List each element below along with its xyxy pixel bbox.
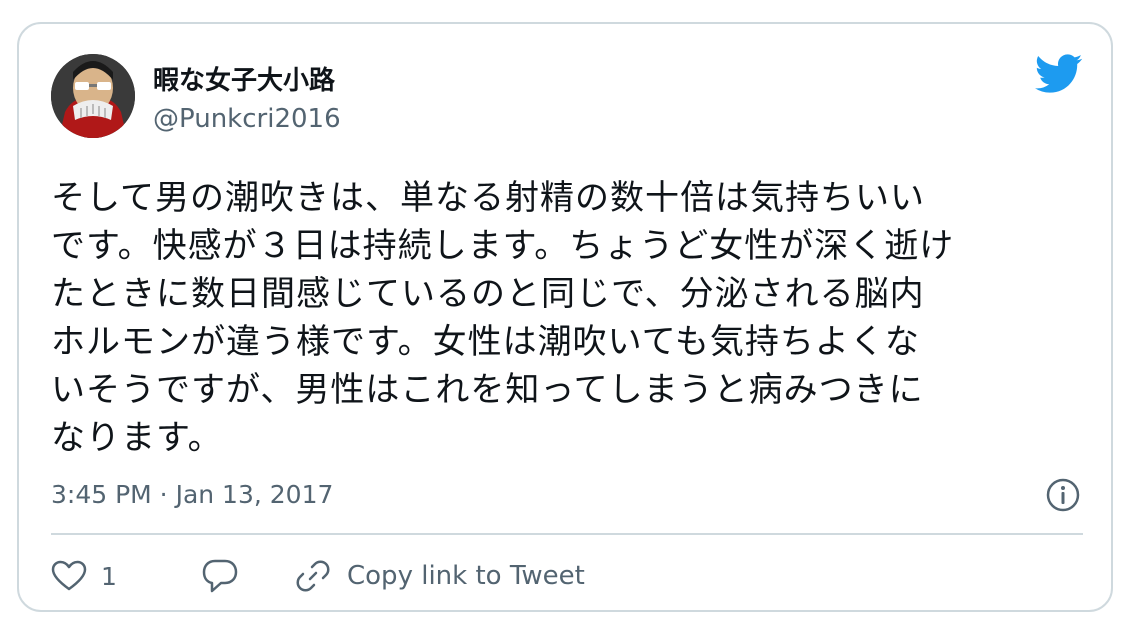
avatar-image <box>51 54 135 138</box>
link-icon <box>296 560 330 592</box>
tweet-text: そして男の潮吹きは、単なる射精の数十倍は気持ちいい です。快感が３日は持続します… <box>51 178 955 458</box>
divider <box>51 533 1083 535</box>
copy-link-button[interactable]: Copy link to Tweet <box>295 554 585 598</box>
twitter-bird-icon[interactable] <box>1035 54 1083 94</box>
avatar[interactable] <box>51 54 135 138</box>
action-bar: 1 Copy link to Tweet <box>51 554 851 598</box>
tweet-card[interactable]: 暇な女子大小路 @Punkcri2016 そして男の潮吹きは、単なる射精の数十倍… <box>17 22 1113 612</box>
heart-icon <box>51 560 87 591</box>
reply-button[interactable] <box>201 554 239 598</box>
author-handle[interactable]: @Punkcri2016 <box>153 104 341 134</box>
copy-link-label: Copy link to Tweet <box>347 561 585 591</box>
author-name[interactable]: 暇な女子大小路 <box>153 60 335 97</box>
tweet-timestamp[interactable]: 3:45 PM · Jan 13, 2017 <box>51 480 333 509</box>
like-button[interactable]: 1 <box>51 554 117 598</box>
reply-bubble-icon <box>202 559 238 593</box>
like-count: 1 <box>101 561 117 591</box>
info-icon[interactable] <box>1045 477 1081 513</box>
